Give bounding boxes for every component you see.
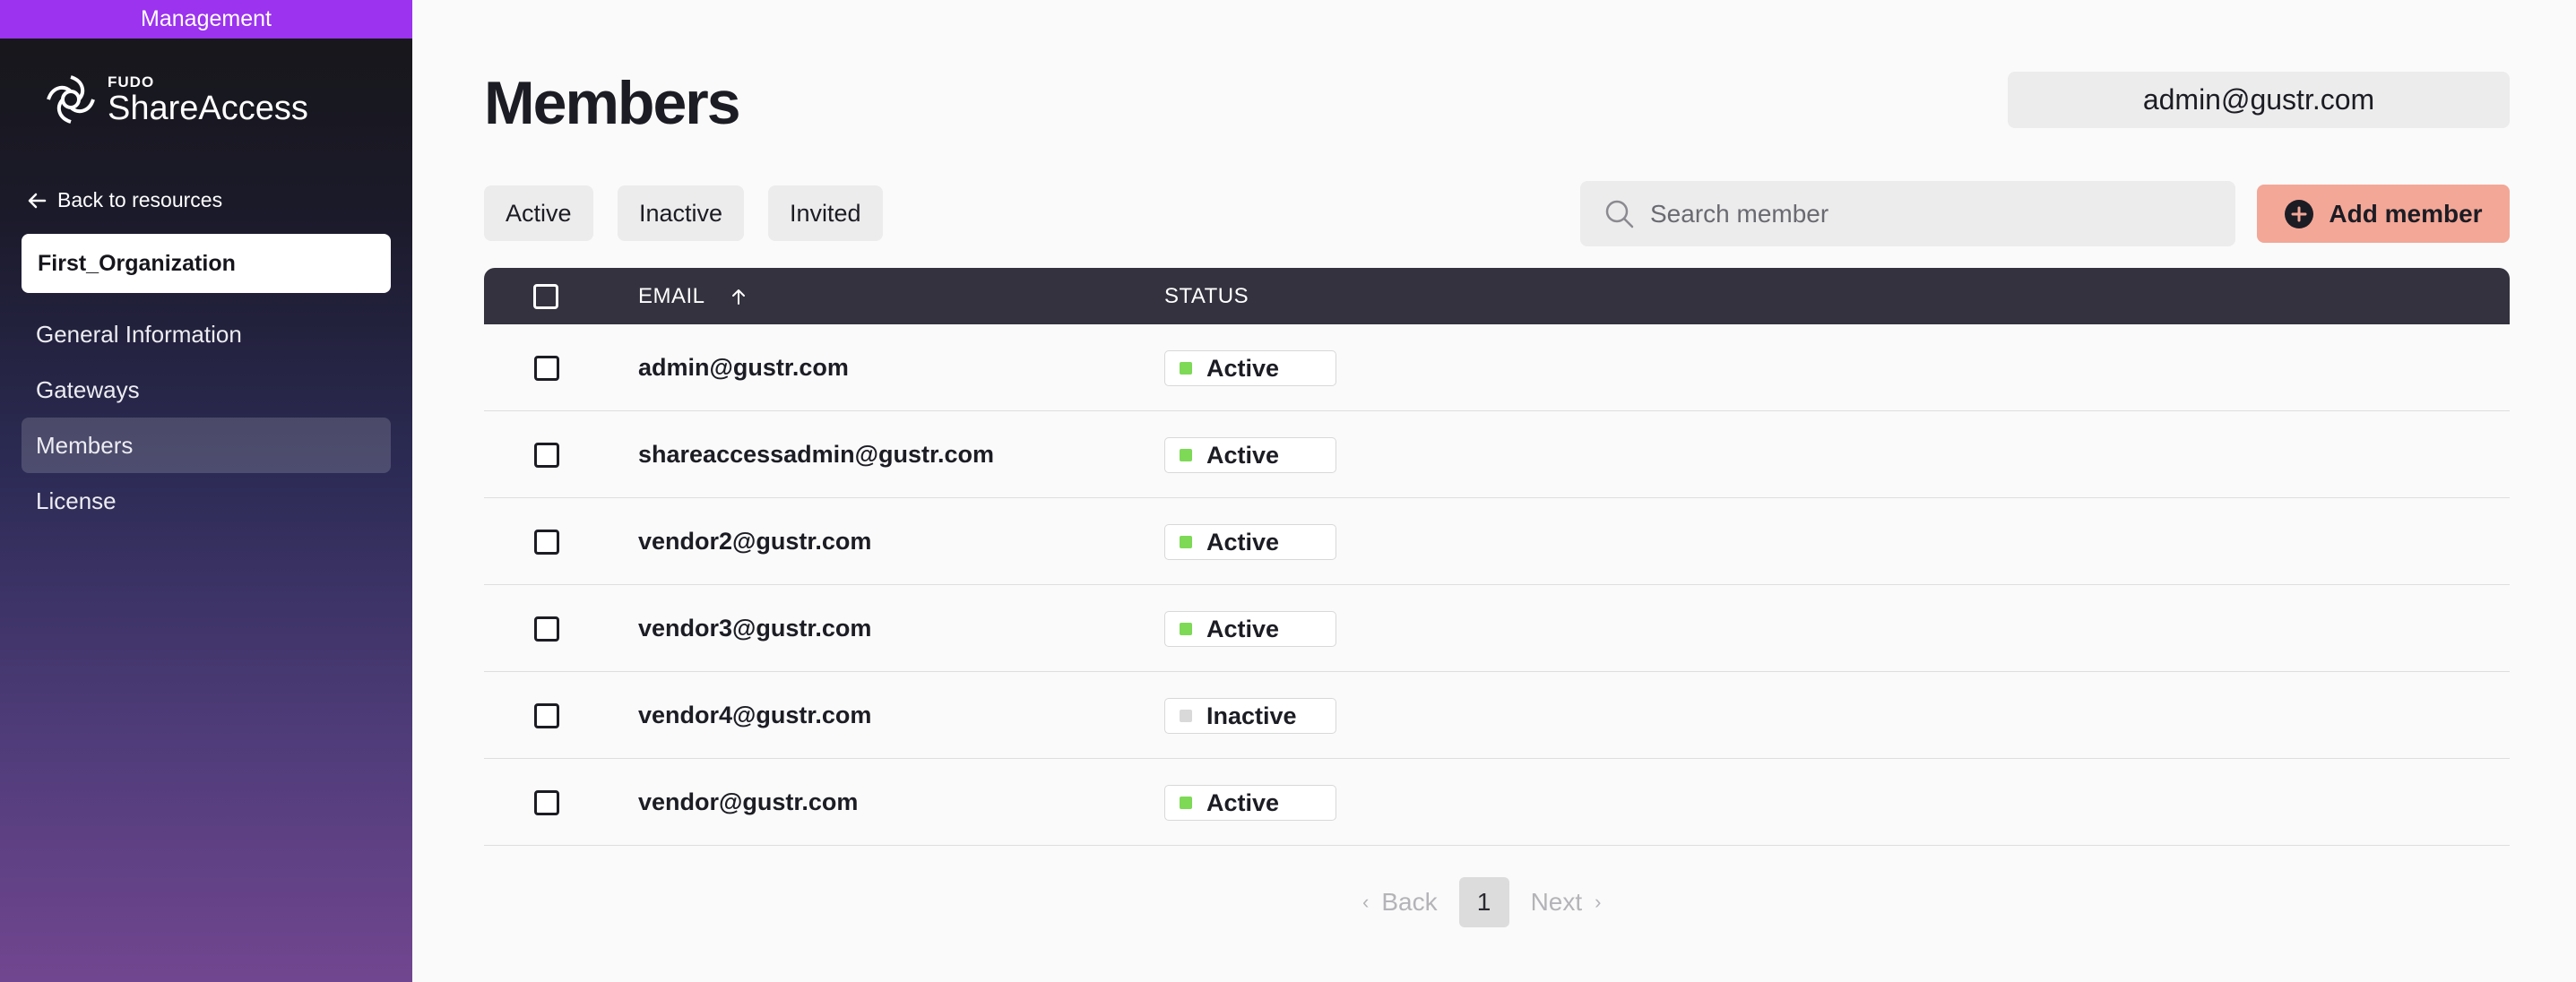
row-checkbox[interactable] [534,790,559,815]
user-menu[interactable]: admin@gustr.com [2008,72,2510,128]
table-row: vendor3@gustr.com Active [484,585,2510,672]
arrow-left-icon [28,193,47,208]
pagination-next-button[interactable]: Next › [1531,888,1602,917]
plus-circle-icon [2285,199,2314,228]
sidebar-item-gateways[interactable]: Gateways [22,362,391,418]
sidebar-item-members[interactable]: Members [22,418,391,473]
member-email: vendor4@gustr.com [638,702,872,728]
member-email: vendor@gustr.com [638,788,859,815]
member-email: vendor3@gustr.com [638,615,872,642]
management-banner: Management [0,0,412,39]
status-badge: Active [1164,611,1336,647]
search-box [1580,181,2235,246]
table-row: shareaccessadmin@gustr.com Active [484,411,2510,498]
select-all-checkbox[interactable] [533,284,558,309]
status-column-header: STATUS [1164,283,1249,308]
page-title: Members [484,69,741,137]
status-label: Active [1206,354,1280,382]
filter-active-button[interactable]: Active [484,185,593,241]
filter-inactive-button[interactable]: Inactive [618,185,745,241]
pagination-back-button[interactable]: ‹ Back [1362,888,1438,917]
sidebar-item-general-information[interactable]: General Information [22,306,391,362]
pagination: ‹ Back 1 Next › [1362,877,1601,927]
status-dot [1180,623,1192,635]
back-to-resources-link[interactable]: Back to resources [25,188,222,212]
sidebar-item-license[interactable]: License [22,473,391,529]
status-dot [1180,710,1192,722]
pagination-back-label: Back [1381,888,1438,916]
status-dot [1180,449,1192,461]
row-checkbox[interactable] [534,443,559,468]
row-checkbox[interactable] [534,703,559,728]
status-label: Inactive [1206,702,1297,729]
status-badge: Active [1164,524,1336,560]
back-to-resources-label: Back to resources [57,188,223,211]
status-dot [1180,536,1192,548]
search-input[interactable] [1650,199,2188,228]
filter-invited-button[interactable]: Invited [768,185,883,241]
sort-ascending-icon [731,289,745,305]
logo-icon [47,75,95,124]
chevron-left-icon: ‹ [1362,891,1370,913]
table-row: vendor2@gustr.com Active [484,498,2510,585]
add-member-label: Add member [2329,199,2483,228]
add-member-button[interactable]: Add member [2257,185,2510,243]
status-badge: Inactive [1164,698,1336,734]
status-label: Active [1206,615,1280,642]
row-checkbox[interactable] [534,616,559,642]
sidebar-nav: General Information Gateways Members Lic… [22,306,391,529]
brand-name: ShareAccess [108,89,308,127]
status-badge: Active [1164,350,1336,386]
status-label: Active [1206,788,1280,816]
row-checkbox[interactable] [534,356,559,381]
status-dot [1180,797,1192,809]
chevron-right-icon: › [1595,891,1602,913]
row-checkbox[interactable] [534,530,559,555]
status-label: Active [1206,528,1280,556]
member-email: admin@gustr.com [638,354,849,381]
status-dot [1180,362,1192,375]
pagination-next-label: Next [1530,888,1583,916]
brand-small-text: FUDO [108,73,155,90]
brand-logo[interactable]: FUDO ShareAccess [43,72,308,127]
member-email: shareaccessadmin@gustr.com [638,441,995,468]
organization-selector[interactable]: First_Organization [22,234,391,293]
status-badge: Active [1164,437,1336,473]
email-column-header[interactable]: EMAIL [638,268,748,324]
table-row: vendor4@gustr.com Inactive [484,672,2510,759]
table-header: EMAIL STATUS [484,268,2510,324]
status-label: Active [1206,441,1280,469]
email-column-label: EMAIL [638,283,705,308]
sidebar: Management FUDO ShareAccess Back to reso… [0,0,412,982]
status-badge: Active [1164,785,1336,821]
pagination-page-1[interactable]: 1 [1458,877,1509,927]
search-icon [1605,200,1634,228]
members-table: EMAIL STATUS admin@gustr.com Active shar… [484,268,2510,846]
table-row: vendor@gustr.com Active [484,759,2510,846]
member-email: vendor2@gustr.com [638,528,872,555]
table-row: admin@gustr.com Active [484,324,2510,411]
